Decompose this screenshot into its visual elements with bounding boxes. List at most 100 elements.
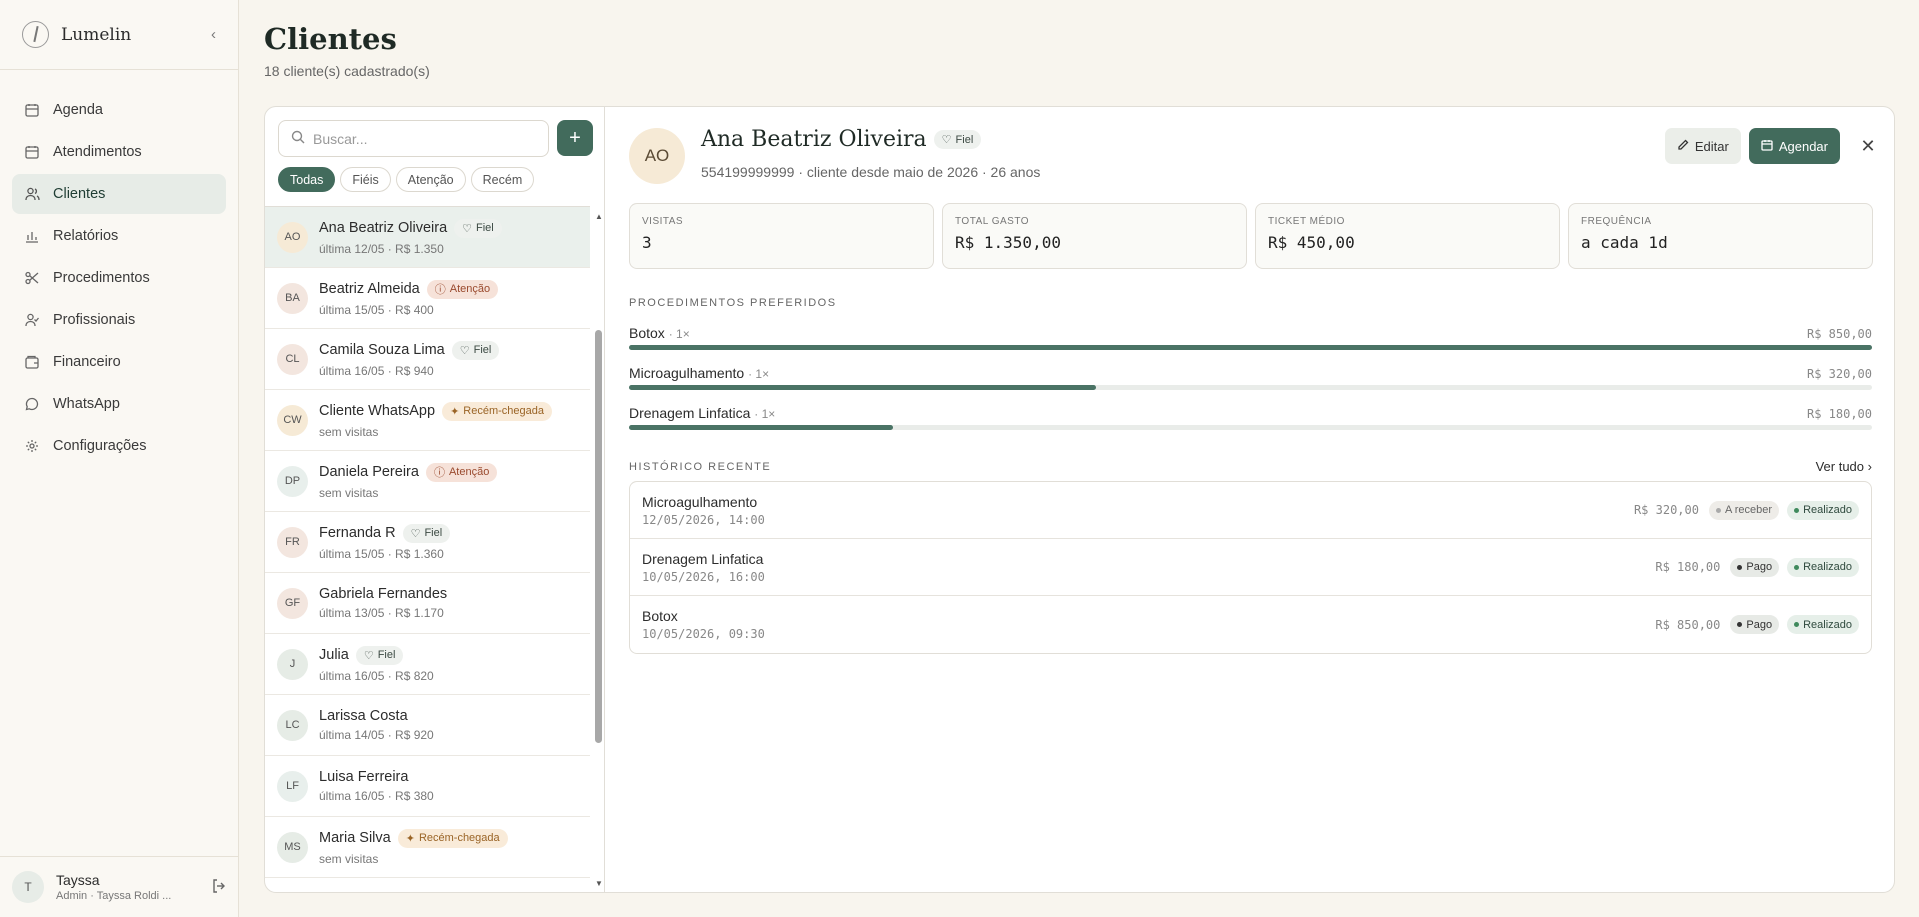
search-box[interactable] [278, 120, 549, 157]
avatar: CL [277, 343, 308, 375]
sidebar-item-label: Profissionais [53, 312, 136, 328]
status-badge: Realizado [1787, 557, 1859, 577]
history-row[interactable]: Drenagem Linfatica 10/05/2026, 16:00 R$ 18… [630, 539, 1871, 596]
users-icon [24, 186, 40, 202]
history-price: R$ 850,00 [1655, 617, 1721, 632]
filter-chip[interactable]: Todas [278, 167, 336, 192]
user-name: Tayssa [56, 872, 100, 888]
client-list-item[interactable]: DP Daniela Pereira ⓘ Atenção sem visitas [265, 451, 590, 512]
sidebar-item-label: Relatórios [53, 228, 119, 244]
client-name: Maria Silva [319, 830, 391, 846]
sidebar-item-agenda[interactable]: Agenda [12, 90, 226, 130]
payment-label: A receber [1724, 504, 1773, 516]
status-badge-label: Recém-chegada [463, 405, 544, 417]
client-meta: última 13/05 · R$ 1.170 [319, 606, 444, 620]
close-icon[interactable]: ✕ [1858, 136, 1878, 156]
sidebar-item-profissionais[interactable]: Profissionais [12, 300, 226, 340]
procedure-value: R$ 180,00 [1806, 407, 1872, 421]
stat-label: FREQUÊNCIA [1581, 216, 1652, 227]
history-info: Microagulhamento 12/05/2026, 14:00 [642, 494, 765, 527]
sidebar-item-whatsapp[interactable]: WhatsApp [12, 384, 226, 424]
status-badge-label: Fiel [377, 649, 396, 661]
stat-label: TOTAL GASTO [955, 216, 1030, 227]
sidebar-nav: Agenda Atendimentos Clientes Relatórios Proc… [0, 70, 238, 466]
client-list-item[interactable]: BA Beatriz Almeida ⓘ Atenção última 15/05 · … [265, 268, 590, 329]
user-info: Tayssa Admin · Tayssa Roldi ... [56, 872, 171, 902]
client-list-item[interactable]: AO Ana Beatriz Oliveira ♡ Fiel última 12/05 … [265, 207, 590, 268]
filter-chip[interactable]: Atenção [395, 167, 466, 192]
schedule-button[interactable]: Agendar [1748, 128, 1840, 164]
status-label: Realizado [1803, 504, 1852, 516]
edit-button-label: Editar [1694, 138, 1729, 154]
detail-name: Ana Beatriz Oliveira [701, 127, 927, 152]
avatar: FR [277, 526, 308, 558]
user-box: T Tayssa Admin · Tayssa Roldi ... [0, 856, 239, 917]
filter-chips: Todas Fiéis Atenção Recém [278, 167, 535, 192]
client-list-item[interactable]: FR Fernanda R ♡ Fiel última 15/05 · R$ 1.360 [265, 512, 590, 573]
client-list-item[interactable]: LF Luisa Ferreira última 16/05 · R$ 380 [265, 756, 590, 817]
search-input[interactable] [313, 130, 533, 147]
detail-subtitle: 554199999999 · cliente desde maio de 202… [701, 164, 1041, 180]
status-badge-label: Fiel [476, 222, 494, 234]
user-check-icon [24, 312, 40, 328]
client-list-item[interactable]: CW Cliente WhatsApp ✦ Recém-chegada sem visi… [265, 390, 590, 451]
client-info: Camila Souza Lima ♡ Fiel última 16/05 · R$ … [319, 340, 500, 378]
history-row[interactable]: Botox 10/05/2026, 09:30 R$ 850,00 Pago Reali… [630, 596, 1871, 653]
status-badge: ♡ Fiel [451, 340, 500, 360]
sidebar-item-procedimentos[interactable]: Procedimentos [12, 258, 226, 298]
avatar: T [12, 871, 44, 903]
scroll-up-icon[interactable]: ▲ [595, 212, 603, 221]
chevron-left-icon[interactable]: ‹ [211, 26, 216, 43]
client-list-item[interactable]: J Julia ♡ Fiel última 16/05 · R$ 820 [265, 634, 590, 695]
scroll-thumb[interactable] [595, 330, 602, 743]
pencil-icon [1677, 139, 1689, 154]
dot-icon [1737, 564, 1743, 570]
client-list-scrollbar[interactable]: ▲ ▼ [591, 206, 605, 892]
client-name: Luisa Ferreira [319, 769, 409, 785]
sidebar-item-atendimentos[interactable]: Atendimentos [12, 132, 226, 172]
filter-chip[interactable]: Recém [470, 167, 535, 192]
sidebar-item-configuracoes[interactable]: Configurações [12, 426, 226, 466]
detail-badge: ♡ Fiel [933, 130, 982, 149]
client-info: Gabriela Fernandes última 13/05 · R$ 1.17… [319, 586, 447, 620]
detail-name-row: Ana Beatriz Oliveira ♡ Fiel [701, 127, 982, 152]
see-all-link[interactable]: Ver tudo › [1816, 459, 1872, 474]
procedure-count: · 1× [668, 327, 690, 341]
sidebar-item-clientes[interactable]: Clientes [12, 174, 226, 214]
status-badge-label: Atenção [448, 466, 490, 478]
client-list-item[interactable]: GF Gabriela Fernandes última 13/05 · R$ 1.… [265, 573, 590, 634]
client-info: Daniela Pereira ⓘ Atenção sem visitas [319, 462, 498, 500]
procedure-name: Botox [629, 325, 665, 341]
scroll-down-icon[interactable]: ▼ [595, 879, 603, 888]
dot-icon [1737, 622, 1743, 627]
sidebar-item-financeiro[interactable]: Financeiro [12, 342, 226, 382]
dot-icon [1794, 622, 1800, 627]
avatar: GF [277, 587, 308, 619]
procedure-name: Microagulhamento [629, 365, 745, 381]
stat-value: 3 [642, 233, 652, 252]
logout-icon[interactable] [211, 878, 227, 897]
stat-value: R$ 450,00 [1268, 233, 1355, 252]
client-list-item[interactable]: LC Larissa Costa última 14/05 · R$ 920 [265, 695, 590, 756]
sidebar-item-label: Configurações [53, 438, 147, 454]
client-list-item[interactable]: PMPatricia Mendes✦Recém-chegada [265, 878, 590, 892]
filter-chip[interactable]: Fiéis [340, 167, 391, 192]
client-info: Julia ♡ Fiel última 16/05 · R$ 820 [319, 645, 434, 683]
status-badge: Realizado [1787, 500, 1859, 520]
procedure-row: Drenagem Linfatica · 1× R$ 180,00 [629, 405, 1872, 445]
user-role: Admin · Tayssa Roldi ... [56, 890, 172, 902]
client-name: Larissa Costa [319, 708, 408, 724]
avatar: DP [277, 465, 308, 497]
bar-chart-icon [24, 228, 40, 244]
client-list-item[interactable]: MS Maria Silva ✦ Recém-chegada sem visitas [265, 817, 590, 878]
sidebar-item-relatorios[interactable]: Relatórios [12, 216, 226, 256]
procedure-row: Botox · 1× R$ 850,00 [629, 325, 1872, 365]
client-detail: AO Ana Beatriz Oliveira ♡ Fiel 5541999999… [605, 107, 1894, 892]
client-list-item[interactable]: CL Camila Souza Lima ♡ Fiel última 16/05 · R… [265, 329, 590, 390]
history-procedure: Drenagem Linfatica [642, 550, 764, 567]
procedures-list: Botox · 1× R$ 850,00 Microagulhamento · 1×… [629, 325, 1872, 445]
see-all-label: Ver tudo [1815, 459, 1865, 474]
add-client-button[interactable]: + [557, 120, 593, 156]
history-row[interactable]: Microagulhamento 12/05/2026, 14:00 R$ 320,… [630, 482, 1871, 539]
edit-button[interactable]: Editar [1664, 128, 1741, 164]
